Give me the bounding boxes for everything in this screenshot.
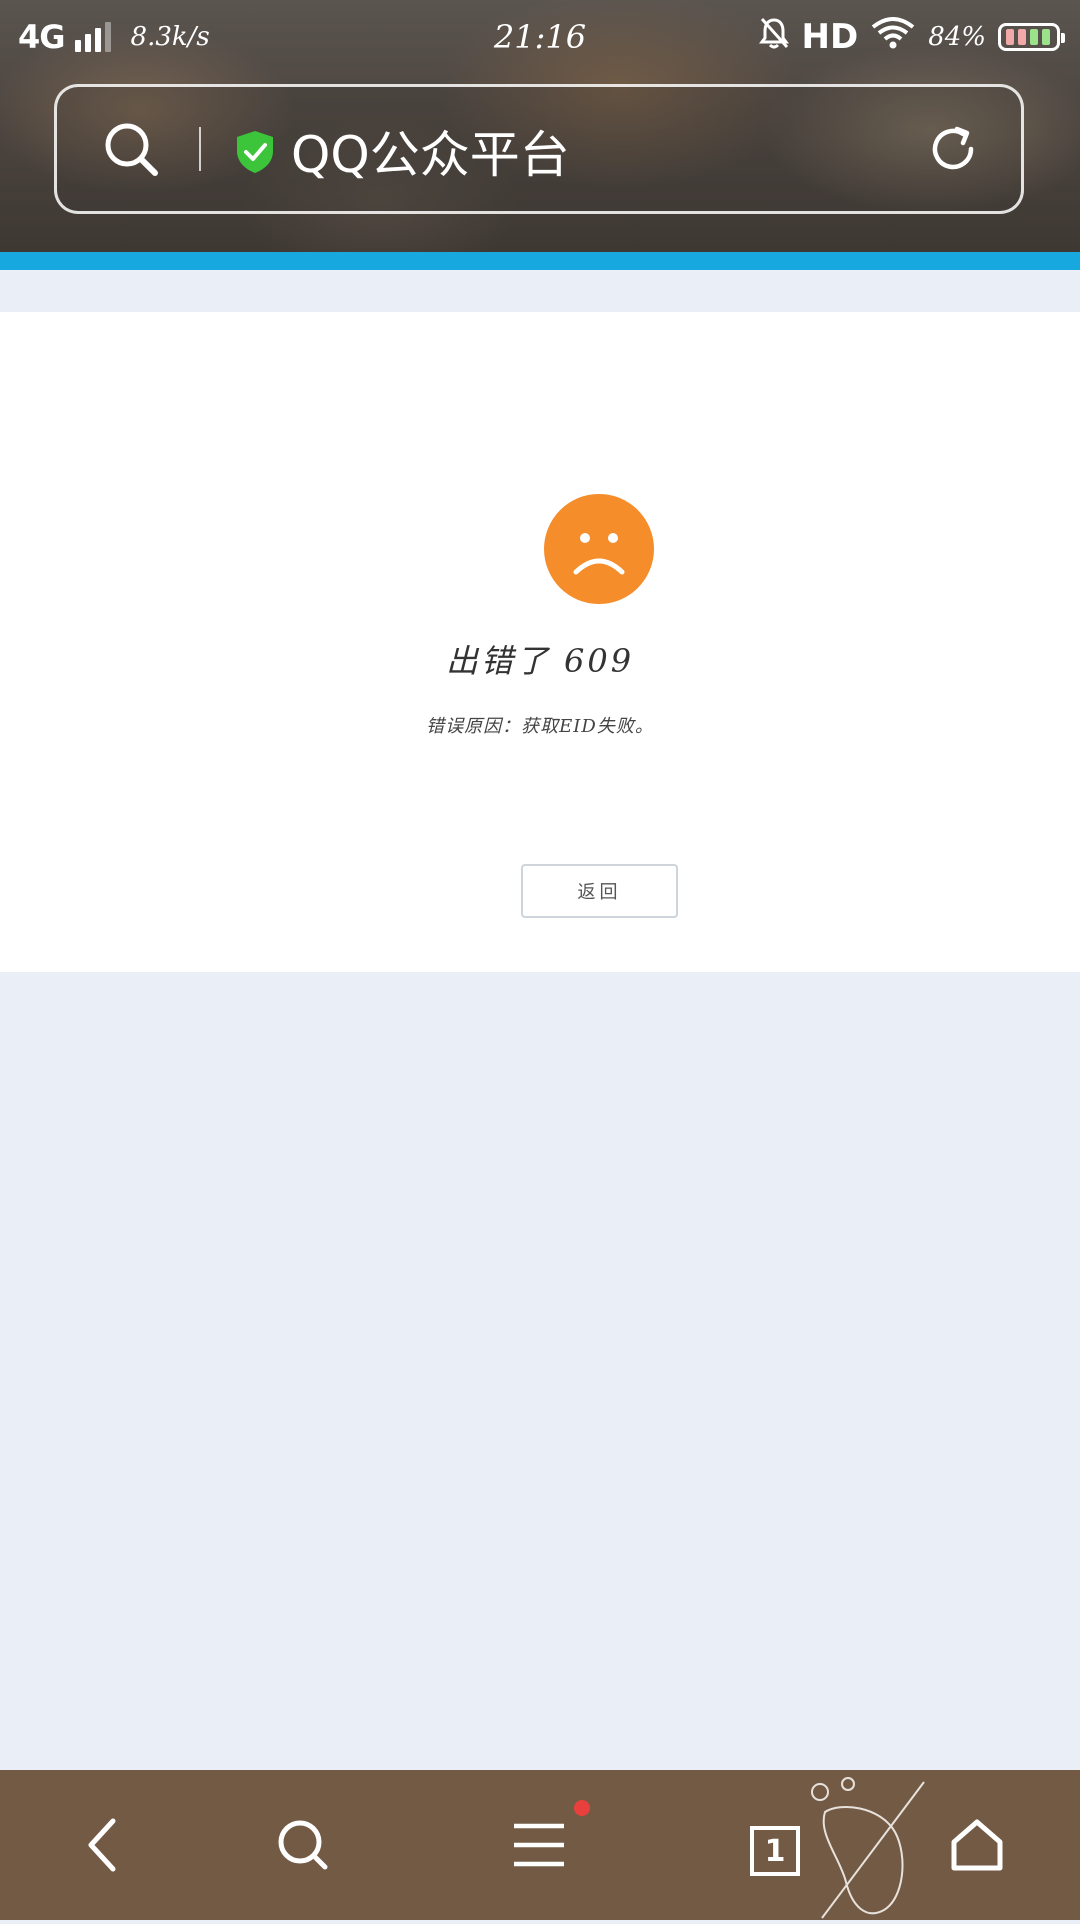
battery-percent: 84% — [928, 22, 986, 52]
menu-icon[interactable] — [494, 1800, 584, 1890]
load-progress-bar — [0, 252, 1080, 270]
status-right: HD 84% — [758, 16, 1065, 58]
shield-check-icon — [235, 129, 275, 179]
battery-icon — [998, 23, 1065, 51]
sad-face-icon — [544, 494, 654, 604]
menu-notification-dot — [574, 1800, 590, 1816]
hd-indicator: HD — [801, 17, 859, 57]
home-icon[interactable] — [932, 1800, 1022, 1890]
search-icon[interactable] — [103, 121, 159, 181]
search-icon[interactable] — [258, 1800, 348, 1890]
tabs-icon[interactable]: 1 — [750, 1826, 800, 1876]
address-bar[interactable]: QQ公众平台 — [54, 84, 1024, 214]
error-reason: 错误原因：获取EID失败。 — [426, 716, 654, 737]
refresh-icon[interactable] — [925, 121, 981, 181]
page-title[interactable]: QQ公众平台 — [291, 115, 570, 187]
address-divider — [199, 127, 201, 171]
back-arrow-icon[interactable] — [58, 1800, 148, 1890]
mute-bell-icon — [758, 16, 790, 58]
wifi-icon — [870, 16, 916, 58]
error-title: 出错了 609 — [445, 642, 635, 680]
status-bar: 4G 8.3k/s 21:16 HD 84% — [0, 0, 1080, 76]
browser-header: 4G 8.3k/s 21:16 HD 84% QQ公众平台 — [0, 0, 1080, 252]
footprint-icon[interactable] — [800, 1772, 930, 1924]
back-button[interactable]: 返回 — [521, 864, 678, 918]
